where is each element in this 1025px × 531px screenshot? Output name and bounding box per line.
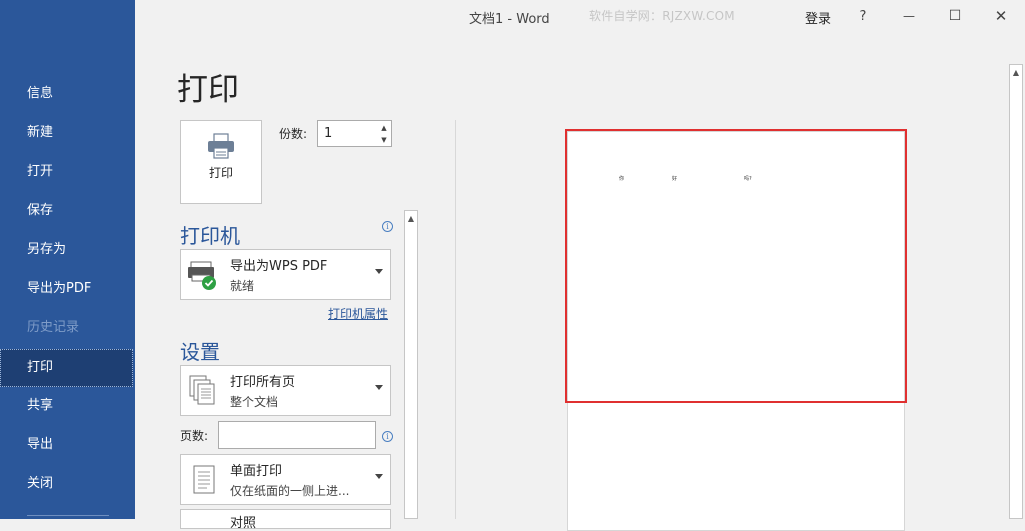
copies-label: 份数:	[279, 127, 308, 141]
chevron-down-icon	[375, 385, 383, 390]
highlight-box	[565, 129, 907, 403]
sidebar-item-save-as[interactable]: 另存为	[0, 231, 133, 269]
sidebar-item-save[interactable]: 保存	[0, 192, 133, 230]
chevron-down-icon	[375, 474, 383, 479]
printer-status-ok-icon	[188, 261, 216, 290]
copies-up-icon[interactable]: ▲	[379, 122, 389, 134]
collate-dropdown[interactable]: 对照	[180, 509, 391, 531]
help-button[interactable]: ?	[843, 2, 883, 30]
print-button-label: 打印	[208, 166, 233, 180]
single-page-icon	[193, 465, 215, 494]
print-sides-dropdown[interactable]: 单面打印 仅在纸面的一侧上进...	[180, 454, 391, 505]
preview-scrollbar[interactable]: ▲	[1009, 64, 1023, 519]
sidebar-item-history: 历史记录	[27, 320, 80, 335]
sidebar-item-export[interactable]: 导出	[0, 426, 133, 464]
print-pages-dropdown[interactable]: 打印所有页 整个文档	[180, 365, 391, 416]
scroll-up-icon[interactable]: ▲	[405, 211, 417, 225]
settings-section-title: 设置	[180, 340, 220, 364]
scroll-up-icon[interactable]: ▲	[1010, 65, 1022, 79]
close-button[interactable]: ✕	[981, 2, 1021, 30]
pages-info-icon[interactable]: i	[382, 431, 393, 442]
panel-divider	[455, 120, 456, 519]
print-button[interactable]: 打印	[180, 120, 262, 204]
print-pages-option: 打印所有页	[230, 375, 296, 390]
printer-section-title: 打印机	[180, 224, 240, 248]
sidebar-item-share[interactable]: 共享	[0, 387, 133, 425]
printer-dropdown[interactable]: 导出为WPS PDF 就绪	[180, 249, 391, 300]
login-link[interactable]: 登录	[805, 8, 831, 27]
minimize-button[interactable]: —	[889, 2, 929, 30]
print-sides-option: 单面打印	[230, 464, 283, 479]
sidebar-item-export-pdf[interactable]: 导出为PDF	[0, 270, 133, 308]
print-pages-option-sub: 整个文档	[230, 395, 279, 409]
sidebar-item-info[interactable]: 信息	[0, 75, 133, 113]
sidebar-item-open[interactable]: 打开	[0, 153, 133, 191]
printer-icon	[208, 133, 234, 159]
sidebar-divider	[27, 515, 109, 516]
sidebar-item-print[interactable]: 打印	[0, 349, 133, 387]
maximize-button[interactable]: ☐	[935, 2, 975, 30]
sidebar-item-close[interactable]: 关闭	[0, 465, 133, 503]
printer-info-icon[interactable]: i	[382, 221, 393, 232]
printer-properties-link[interactable]: 打印机属性	[328, 305, 388, 322]
pages-input[interactable]	[218, 421, 376, 449]
pages-stack-icon	[189, 375, 215, 405]
copies-stepper[interactable]: 1 ▲ ▼	[317, 120, 392, 147]
copies-value[interactable]: 1	[324, 126, 332, 141]
window-title: 文档1 - Word	[469, 12, 550, 27]
copies-down-icon[interactable]: ▼	[379, 134, 389, 146]
pages-label: 页数:	[180, 429, 209, 443]
printer-name: 导出为WPS PDF	[230, 259, 328, 274]
chevron-down-icon	[375, 269, 383, 274]
backstage-sidebar: 信息 新建 打开 保存 另存为 导出为PDF 历史记录 打印 共享 导出 关闭	[0, 0, 135, 519]
print-sides-option-sub: 仅在纸面的一侧上进...	[230, 484, 350, 498]
watermark-text: 软件自学网：RJZXW.COM	[589, 9, 735, 23]
page-title: 打印	[177, 72, 239, 108]
settings-scrollbar[interactable]: ▲	[404, 210, 418, 519]
collate-option: 对照	[230, 516, 257, 531]
sidebar-item-new[interactable]: 新建	[0, 114, 133, 152]
printer-status: 就绪	[230, 279, 255, 293]
